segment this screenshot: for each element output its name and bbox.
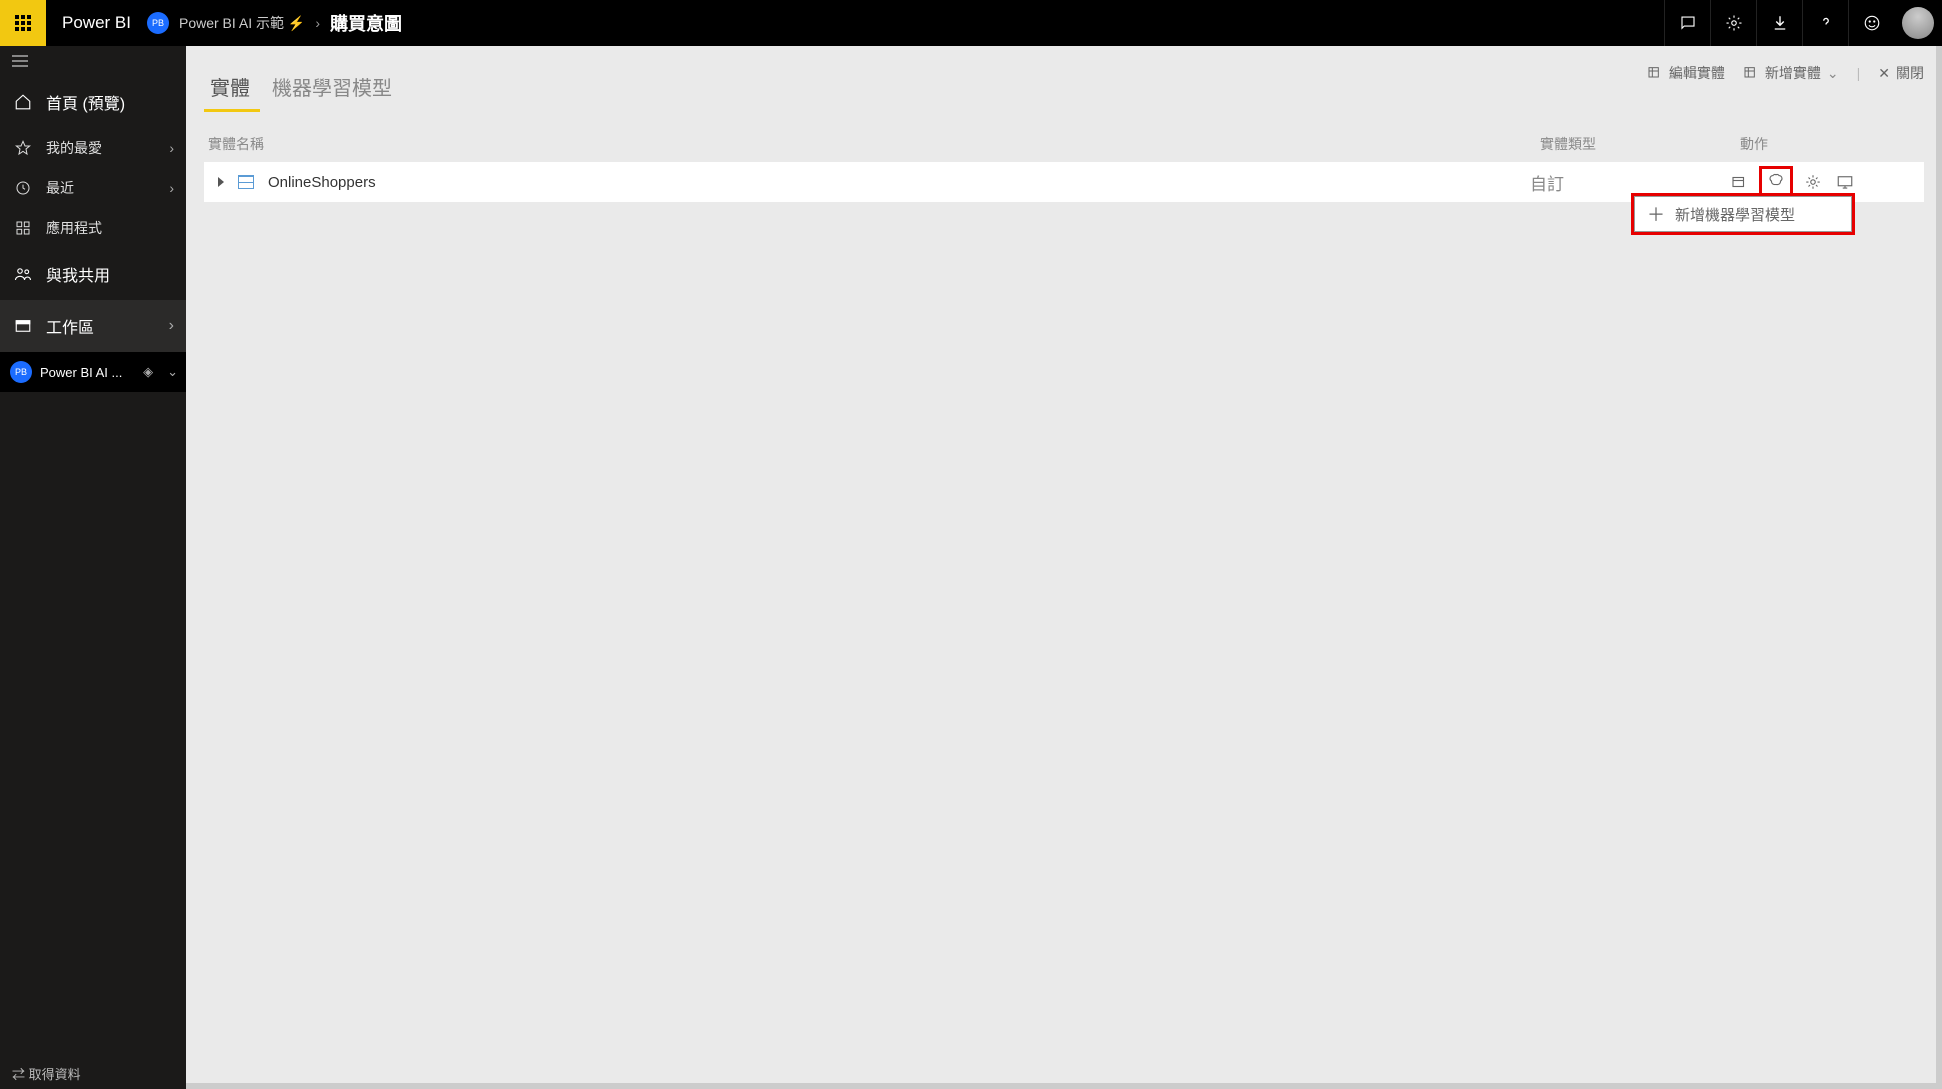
entity-actions: ＋ 新增機器學習模型 [1730, 169, 1910, 195]
add-ml-model-dropdown[interactable]: ＋ 新增機器學習模型 [1634, 196, 1852, 232]
chevron-right-icon: › [315, 15, 320, 31]
refresh-action-icon[interactable] [1730, 173, 1748, 191]
chat-icon [1679, 14, 1697, 32]
download-icon [1771, 14, 1789, 32]
get-data-link[interactable]: ⇄ 取得資料 [12, 1064, 81, 1083]
breadcrumb-workspace[interactable]: Power BI AI 示範 ⚡ [179, 13, 305, 33]
workspace-icon [14, 317, 32, 335]
nav-shared-label: 與我共用 [46, 262, 110, 286]
add-ml-model-label: 新增機器學習模型 [1675, 204, 1795, 225]
chevron-right-icon: › [169, 140, 174, 156]
monitor-action-icon[interactable] [1836, 173, 1854, 191]
get-data-icon: ⇄ [12, 1067, 25, 1082]
current-workspace-label: Power BI AI ... [40, 365, 122, 380]
nav-workspaces[interactable]: 工作區 › [0, 300, 186, 352]
brain-ml-icon[interactable] [1766, 171, 1786, 189]
workspace-badge: PB [147, 12, 169, 34]
col-header-actions: 動作 [1740, 134, 1920, 154]
nav-shared[interactable]: 與我共用 [0, 248, 186, 300]
waffle-icon [15, 15, 31, 31]
gear-icon [1725, 14, 1743, 32]
help-icon [1817, 14, 1835, 32]
table-headers: 實體名稱 實體類型 動作 [204, 134, 1924, 154]
breadcrumb: PB Power BI AI 示範 ⚡ › 購買意圖 [147, 10, 402, 36]
app-title: Power BI [46, 13, 147, 33]
nav-workspaces-label: 工作區 [46, 314, 94, 338]
tab-entities[interactable]: 實體 [204, 66, 260, 112]
main-content: 編輯實體 新增實體 ⌄ | ✕ 關閉 實體 機器學習模型 實體名稱 實體類型 動… [186, 46, 1942, 1089]
tabs: 實體 機器學習模型 [204, 66, 1924, 112]
nav-home[interactable]: 首頁 (預覽) [0, 76, 186, 128]
entity-name: OnlineShoppers [268, 174, 376, 191]
diamond-icon: ◈ [143, 364, 153, 380]
clock-icon [14, 179, 32, 197]
chevron-right-icon: › [169, 317, 174, 335]
people-icon [14, 265, 32, 283]
plus-icon: ＋ [1647, 201, 1665, 227]
nav-favorites[interactable]: 我的最愛 › [0, 128, 186, 168]
notifications-button[interactable] [1664, 0, 1710, 46]
nav-recent-label: 最近 [46, 178, 74, 198]
settings-action-icon[interactable] [1804, 173, 1822, 191]
nav-apps-label: 應用程式 [46, 218, 102, 238]
entity-row[interactable]: OnlineShoppers 自訂 ＋ 新增機器學習模型 [204, 162, 1924, 202]
download-button[interactable] [1756, 0, 1802, 46]
star-icon [14, 139, 32, 157]
apps-icon [14, 219, 32, 237]
chevron-right-icon: › [169, 180, 174, 196]
nav-favorites-label: 我的最愛 [46, 138, 102, 158]
help-button[interactable] [1802, 0, 1848, 46]
nav-apps[interactable]: 應用程式 [0, 208, 186, 248]
col-header-name: 實體名稱 [208, 134, 1540, 154]
col-header-type: 實體類型 [1540, 134, 1740, 154]
page-title: 購買意圖 [330, 10, 402, 36]
entity-name-cell: OnlineShoppers [218, 174, 1530, 191]
chevron-down-icon: ⌄ [167, 364, 178, 380]
hamburger-icon [12, 55, 28, 67]
get-data-label: 取得資料 [29, 1067, 81, 1082]
tab-ml-models[interactable]: 機器學習模型 [266, 66, 402, 112]
entity-type: 自訂 [1530, 170, 1730, 195]
feedback-button[interactable] [1848, 0, 1894, 46]
current-workspace[interactable]: PB Power BI AI ... ◈ ⌄ [0, 352, 186, 392]
nav-collapse-button[interactable] [0, 46, 186, 76]
ml-action-highlight [1762, 169, 1790, 195]
window-border [186, 1083, 1942, 1089]
home-icon [14, 93, 32, 111]
nav-recent[interactable]: 最近 › [0, 168, 186, 208]
nav-home-label: 首頁 (預覽) [46, 90, 125, 114]
settings-button[interactable] [1710, 0, 1756, 46]
workspace-small-badge: PB [10, 361, 32, 383]
expand-triangle-icon[interactable] [218, 177, 224, 187]
table-icon [238, 175, 254, 189]
sidebar: 首頁 (預覽) 我的最愛 › 最近 › 應用程式 與我共用 工作區 › PB P… [0, 46, 186, 1089]
user-avatar[interactable] [1902, 7, 1934, 39]
smile-icon [1863, 14, 1881, 32]
app-launcher-button[interactable] [0, 0, 46, 46]
window-border [1936, 46, 1942, 1089]
